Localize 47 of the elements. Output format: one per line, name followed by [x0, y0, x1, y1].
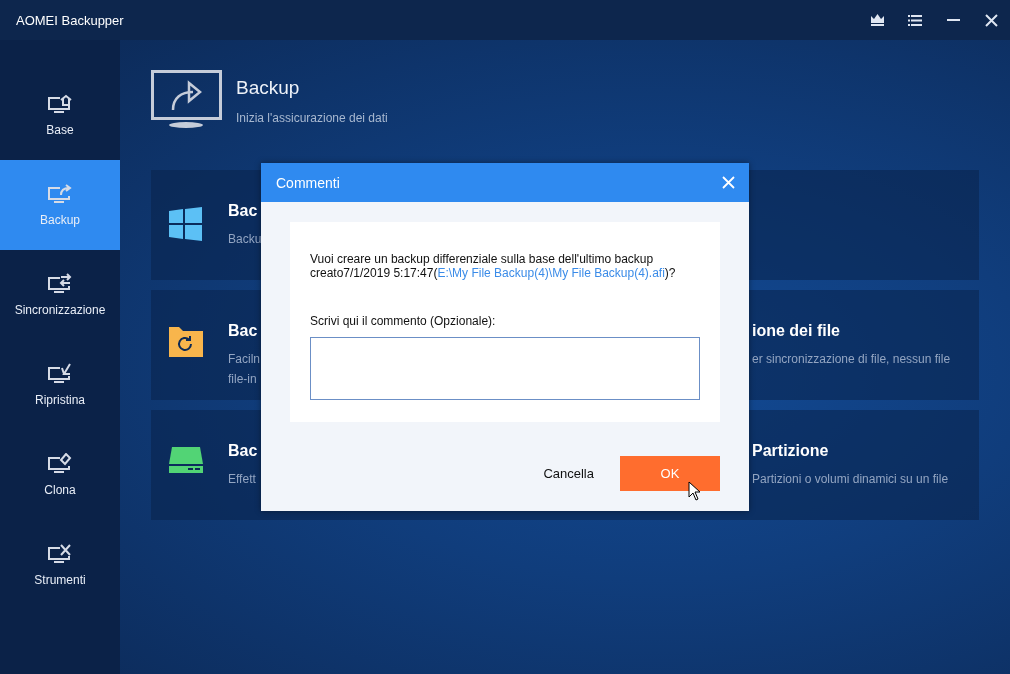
close-icon: [722, 176, 735, 189]
menu-icon: [908, 14, 922, 26]
monitor-share-icon: [151, 70, 222, 128]
sidebar-item[interactable]: Sincronizzazione: [0, 250, 120, 340]
sidebar-label: Clona: [44, 483, 76, 497]
backup-path-link[interactable]: E:\My File Backup(4)\My File Backup(4).afi: [437, 266, 665, 280]
card-description: Effett: [228, 471, 257, 488]
card-description: Partizioni o volumi dinamici su un file: [752, 471, 950, 488]
close-icon: [984, 13, 998, 27]
crown-icon: [870, 14, 884, 26]
sidebar-item[interactable]: Strumenti: [0, 520, 120, 610]
page-title: Backup: [236, 77, 301, 99]
monitor-tools-icon: [47, 543, 73, 565]
window-title: AOMEI Backupper: [16, 12, 125, 28]
comment-label: Scrivi qui il commento (Opzionale):: [310, 314, 497, 328]
page-subtitle: Inizia l'assicurazione dei dati: [236, 111, 388, 125]
sidebar-label: Strumenti: [34, 573, 86, 587]
sidebar-item[interactable]: Base: [0, 70, 120, 160]
monitor-home-icon: [47, 93, 73, 115]
card-title: Bac: [228, 442, 259, 460]
sidebar-item[interactable]: Clona: [0, 430, 120, 520]
windows-icon: [169, 207, 202, 241]
card-description: Backu: [228, 231, 262, 248]
monitor-brush-icon: [47, 363, 73, 385]
card-title: ione dei file: [752, 322, 841, 340]
sidebar-item[interactable]: Ripristina: [0, 340, 120, 430]
monitor-diamond-icon: [47, 453, 73, 475]
card-title: Bac: [228, 202, 259, 220]
cancel-button[interactable]: Cancella: [535, 456, 602, 491]
minimize-icon: [946, 19, 960, 21]
dialog-title: Commenti: [276, 174, 340, 191]
card-description: file-in: [228, 371, 258, 388]
card-description: er sincronizzazione di file, nessun file: [752, 351, 952, 368]
monitor-sync-icon: [47, 273, 73, 295]
folder-refresh-icon: [169, 327, 203, 357]
card-description: Faciln: [228, 351, 261, 368]
monitor-share-icon: [47, 183, 73, 205]
sidebar-label: Backup: [40, 213, 80, 227]
sidebar-label: Sincronizzazione: [14, 303, 106, 317]
sidebar-label: Base: [46, 123, 74, 137]
card-title: Bac: [228, 322, 259, 340]
pointer-cursor-icon: [688, 481, 701, 501]
comment-field[interactable]: [310, 337, 700, 400]
sidebar-label: Ripristina: [35, 393, 85, 407]
drive-icon: [169, 447, 203, 473]
card-title: Partizione: [752, 442, 830, 460]
dialog-message: Vuoi creare un backup differenziale sulla base dell'ultimo backup creato7/1/2019 5:17:47(E:\My File Backup(4)\My File Backup(4).afi)?: [310, 252, 677, 280]
